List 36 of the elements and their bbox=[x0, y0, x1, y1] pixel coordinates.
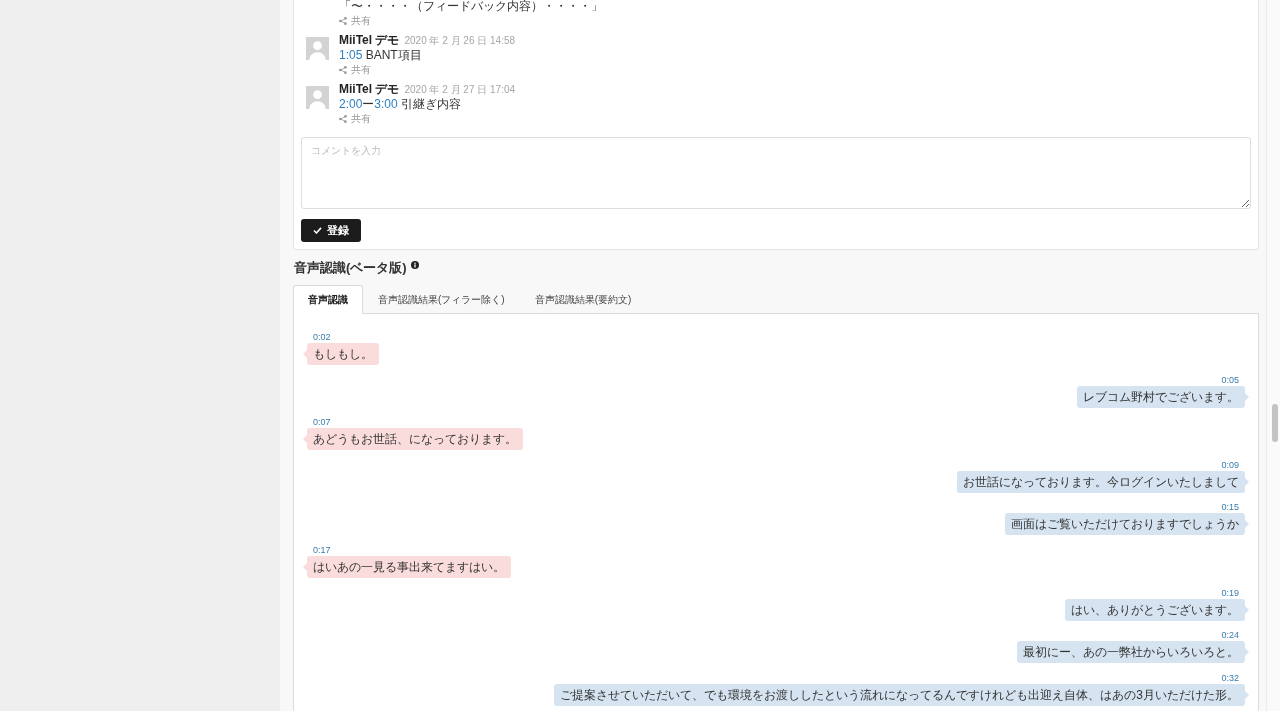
tab[interactable]: 音声認識結果(フィラー除く) bbox=[363, 285, 520, 314]
avatar-icon bbox=[306, 37, 329, 60]
timestamp-link[interactable]: 3:00 bbox=[374, 97, 398, 111]
timestamp-link[interactable]: 0:02 bbox=[307, 332, 337, 343]
timestamp-link[interactable]: 0:32 bbox=[1215, 672, 1245, 684]
timestamp-link[interactable]: 0:07 bbox=[307, 417, 337, 429]
scrollbar-thumb[interactable] bbox=[1272, 404, 1278, 442]
comment-date: 2020 年 2 月 26 日 14:58 bbox=[404, 34, 516, 47]
share-icon bbox=[339, 66, 347, 74]
share-link[interactable]: 共有 bbox=[339, 15, 371, 27]
timestamp-link[interactable]: 0:05 bbox=[1215, 374, 1245, 386]
timestamp-link[interactable]: 0:09 bbox=[1215, 459, 1245, 471]
comment-text: ー bbox=[362, 97, 375, 111]
timestamp-link[interactable]: 0:24 bbox=[1215, 630, 1245, 642]
comment-text: 引継ぎ内容 bbox=[400, 97, 462, 111]
timestamp-link[interactable]: 2:00 bbox=[339, 97, 363, 111]
timestamp-link[interactable]: 0:19 bbox=[1215, 587, 1245, 599]
avatar-icon bbox=[306, 86, 329, 109]
submit-button[interactable]: 登録 bbox=[301, 219, 361, 242]
share-link[interactable]: 共有 bbox=[339, 113, 371, 125]
timestamp-link[interactable]: 0:15 bbox=[1215, 502, 1245, 514]
check-icon bbox=[313, 227, 322, 234]
share-link[interactable]: 共有 bbox=[339, 64, 371, 76]
author-name: MiiTel デモ bbox=[339, 83, 400, 96]
comment-date: 2020 年 2 月 27 日 17:04 bbox=[404, 83, 516, 96]
share-icon bbox=[339, 17, 347, 25]
comment-text: 「〜・・・・（フィードバック内容）・・・・」 bbox=[339, 0, 603, 13]
share-icon bbox=[339, 115, 347, 123]
tab[interactable]: 音声認識結果(要約文) bbox=[519, 285, 647, 314]
author-name: MiiTel デモ bbox=[339, 34, 400, 47]
tab[interactable]: 音声認識 bbox=[293, 285, 363, 314]
info-icon[interactable] bbox=[410, 261, 419, 269]
comment-text: BANT項目 bbox=[364, 48, 422, 62]
timestamp-link[interactable]: 1:05 bbox=[339, 48, 363, 62]
section-title: 音声認識(ベータ版) bbox=[294, 260, 407, 276]
timestamp-link[interactable]: 0:17 bbox=[307, 544, 337, 556]
